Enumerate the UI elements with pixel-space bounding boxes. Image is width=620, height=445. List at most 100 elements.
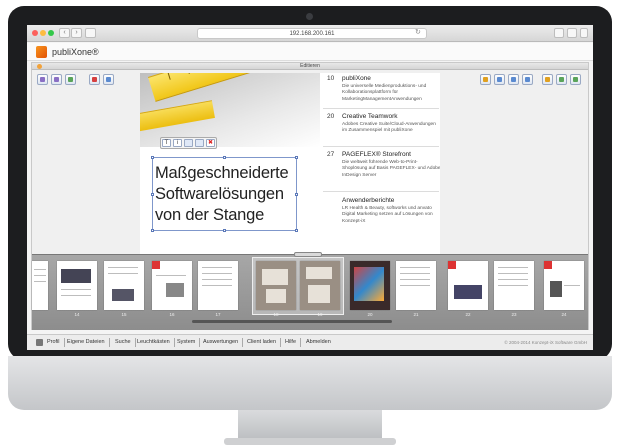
profile-icon[interactable] bbox=[36, 339, 43, 346]
delete-page-icon[interactable] bbox=[89, 74, 100, 85]
footer-nav: Profil Eigene Dateien Suche Leuchtkästen… bbox=[27, 334, 593, 350]
toc-page-number: 27 bbox=[327, 151, 335, 158]
toc-page-number: 10 bbox=[327, 75, 335, 82]
app-name: publiXone® bbox=[52, 47, 99, 57]
tabs-icon[interactable] bbox=[567, 28, 577, 38]
page-number-label: 16 bbox=[169, 312, 175, 317]
minimize-window-button[interactable] bbox=[40, 30, 46, 36]
footer-system[interactable]: System bbox=[177, 338, 201, 347]
resize-handle[interactable] bbox=[151, 229, 154, 232]
page-number-label: 21 bbox=[413, 312, 419, 317]
page-thumbnail[interactable] bbox=[494, 261, 534, 310]
page-number-label: 15 bbox=[121, 312, 127, 317]
editor-title: Editieren bbox=[300, 63, 320, 69]
page-number-label: 24 bbox=[561, 312, 567, 317]
headline-line: Softwarelösungen bbox=[155, 185, 284, 203]
resize-handle[interactable] bbox=[151, 156, 154, 159]
save-icon[interactable] bbox=[556, 74, 567, 85]
layer-icon[interactable] bbox=[195, 139, 204, 147]
preview-icon[interactable] bbox=[570, 74, 581, 85]
toc-title: Anwenderberichte bbox=[342, 197, 395, 204]
page-prev-icon[interactable] bbox=[51, 74, 62, 85]
copy-icon[interactable] bbox=[184, 139, 193, 147]
page-add-icon[interactable] bbox=[65, 74, 76, 85]
maximize-window-button[interactable] bbox=[48, 30, 54, 36]
footer-client-laden[interactable]: Client laden bbox=[247, 338, 282, 347]
page-thumbnail[interactable] bbox=[32, 261, 48, 310]
back-button[interactable]: ‹ bbox=[59, 28, 70, 38]
page-number-label: 20 bbox=[367, 312, 373, 317]
headline-line: Maßgeschneiderte bbox=[155, 164, 289, 182]
headline[interactable]: Maßgeschneiderte Softwarelösungen von de… bbox=[155, 163, 299, 226]
app-header: publiXone® bbox=[27, 43, 593, 61]
fit-page-icon[interactable] bbox=[508, 74, 519, 85]
page-number-label: 19 bbox=[317, 312, 323, 317]
footer-eigene-dateien[interactable]: Eigene Dateien bbox=[67, 338, 110, 347]
resize-handle[interactable] bbox=[223, 156, 226, 159]
page-thumbnail[interactable] bbox=[544, 261, 584, 310]
reload-icon[interactable]: ↻ bbox=[415, 28, 421, 38]
page-number-label: 22 bbox=[465, 312, 471, 317]
zoom-out-icon[interactable] bbox=[480, 74, 491, 85]
footer-auswertungen[interactable]: Auswertungen bbox=[203, 338, 244, 347]
footer-profil[interactable]: Profil bbox=[47, 338, 65, 347]
properties-icon[interactable] bbox=[103, 74, 114, 85]
measuring-tape-image bbox=[148, 73, 343, 102]
publixone-logo bbox=[36, 46, 47, 58]
page-number-label: 18 bbox=[273, 312, 279, 317]
new-tab-icon[interactable] bbox=[580, 28, 588, 38]
zoom-in-icon[interactable] bbox=[494, 74, 505, 85]
footer-suche[interactable]: Suche bbox=[115, 338, 136, 347]
monitor-stand-base bbox=[224, 438, 396, 445]
document-page[interactable]: T i ✖ Maßgeschneiderte Softwarelösungen … bbox=[140, 73, 440, 254]
toc-divider bbox=[323, 146, 439, 147]
browser-toolbar: ‹ › 192.168.200.161 ↻ bbox=[27, 25, 593, 42]
editor-panel: Editieren T i ✖ Maßgeschneiderte Softwar… bbox=[31, 62, 589, 330]
page-thumbnail[interactable] bbox=[300, 261, 340, 310]
copyright-notice: © 2004-2014 Konzept-iX Software GmbH bbox=[504, 340, 587, 345]
remove-icon[interactable]: ✖ bbox=[206, 139, 215, 147]
resize-handle[interactable] bbox=[223, 229, 226, 232]
camera-icon bbox=[306, 13, 313, 20]
text-context-toolbar: T i ✖ bbox=[160, 137, 217, 149]
page-thumbnail[interactable] bbox=[448, 261, 488, 310]
page-thumbnail[interactable] bbox=[104, 261, 144, 310]
footer-leuchtkaesten[interactable]: Leuchtkästen bbox=[137, 338, 175, 347]
sidebar-toggle-icon[interactable] bbox=[85, 28, 96, 38]
filmstrip-scrollbar[interactable] bbox=[192, 320, 392, 323]
page-thumbnail[interactable] bbox=[152, 261, 192, 310]
page-thumbnail[interactable] bbox=[350, 261, 390, 310]
text-tool-icon[interactable]: T bbox=[162, 139, 171, 147]
footer-hilfe[interactable]: Hilfe bbox=[285, 338, 302, 347]
toc-divider bbox=[323, 108, 439, 109]
headline-line: von der Stange bbox=[155, 206, 265, 224]
monitor-chin bbox=[8, 356, 612, 410]
table-of-contents: 10 publiXone Die universelle Medienprodu… bbox=[323, 73, 440, 254]
export-icon[interactable] bbox=[542, 74, 553, 85]
info-icon[interactable]: i bbox=[173, 139, 182, 147]
editor-titlebar: Editieren bbox=[32, 63, 588, 70]
footer-abmelden[interactable]: Abmelden bbox=[306, 338, 335, 347]
measuring-tape-coil bbox=[140, 100, 215, 132]
toc-description: Adobes Creative Suite/Cloud-Anwendungen … bbox=[342, 122, 436, 134]
address-bar[interactable]: 192.168.200.161 bbox=[197, 28, 427, 39]
close-window-button[interactable] bbox=[32, 30, 38, 36]
toc-divider bbox=[323, 191, 439, 192]
page-thumbnail[interactable] bbox=[256, 261, 296, 310]
resize-handle[interactable] bbox=[151, 193, 154, 196]
resize-handle[interactable] bbox=[295, 156, 298, 159]
forward-button[interactable]: › bbox=[71, 28, 82, 38]
spread-view-icon[interactable] bbox=[522, 74, 533, 85]
page-thumbnail[interactable] bbox=[198, 261, 238, 310]
page-thumbnail[interactable] bbox=[396, 261, 436, 310]
toc-page-number: 20 bbox=[327, 113, 335, 120]
monitor-mockup: ‹ › 192.168.200.161 ↻ publiXone® Editier… bbox=[0, 0, 620, 445]
share-icon[interactable] bbox=[554, 28, 564, 38]
page-thumbnail[interactable] bbox=[57, 261, 97, 310]
toc-title: Creative Teamwork bbox=[342, 113, 398, 120]
toc-description: Die universelle Medienproduktions- und K… bbox=[342, 84, 427, 102]
resize-handle[interactable] bbox=[295, 229, 298, 232]
page-filmstrip[interactable]: 14 15 16 17 18 19 20 21 22 23 24 bbox=[32, 252, 588, 330]
page-first-icon[interactable] bbox=[37, 74, 48, 85]
toc-description: Die weltweit führende Web-to-Print-Shopl… bbox=[342, 160, 440, 178]
